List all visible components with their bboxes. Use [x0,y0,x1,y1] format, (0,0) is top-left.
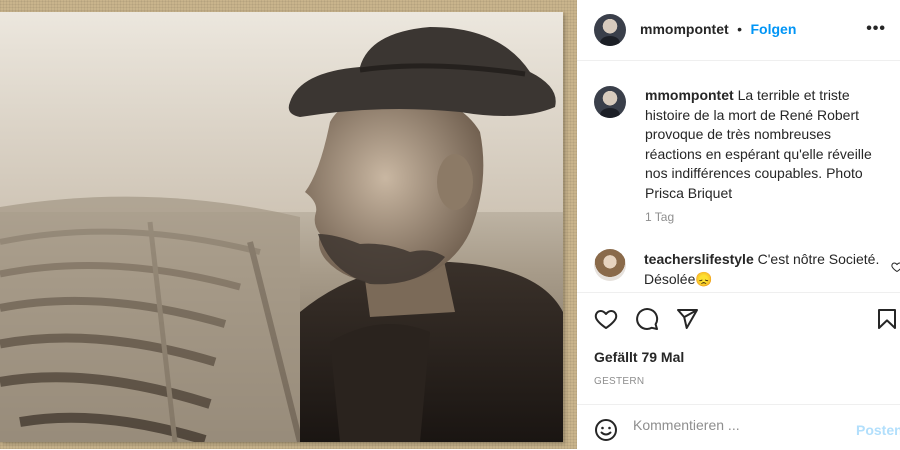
header-separator: • [737,21,743,37]
post-details-panel: mmompontet • Folgen ••• mmompontet La te… [577,0,900,449]
author-avatar[interactable] [594,14,626,46]
comment-like-icon[interactable] [891,261,900,276]
post-photo[interactable] [0,0,577,449]
comment-username[interactable]: teacherslifestyle [644,251,754,267]
bookmark-icon[interactable] [875,307,899,336]
comments-section: mmompontet La terrible et triste histoir… [577,61,900,291]
author-username[interactable]: mmompontet [640,21,729,37]
post-actions: Gefällt 79 Mal GESTERN [577,292,900,403]
post-header: mmompontet • Folgen ••• [577,0,900,61]
caption-avatar[interactable] [594,86,626,118]
caption-username[interactable]: mmompontet [645,87,734,103]
caption-text: La terrible et triste histoire de la mor… [645,87,872,201]
post-caption: mmompontet La terrible et triste histoir… [645,86,890,203]
comment-input[interactable] [633,417,833,433]
likes-count[interactable]: Gefällt 79 Mal [594,349,684,365]
follow-button[interactable]: Folgen [750,21,796,37]
caption-timestamp[interactable]: 1 Tag [645,210,674,224]
comment-item: teacherslifestyle C'est nôtre Societé. D… [622,249,900,289]
add-comment-bar: Posten [577,404,900,450]
post-date[interactable]: GESTERN [594,376,644,387]
more-options-icon[interactable]: ••• [866,20,886,38]
post-comment-button[interactable]: Posten [856,422,900,438]
comment-icon[interactable] [635,307,659,336]
heart-icon[interactable] [594,307,618,336]
paper-plane-icon[interactable] [675,307,699,336]
photo-print [0,12,563,442]
portrait-photo-illustration [0,12,563,442]
smiley-icon[interactable] [594,418,618,447]
